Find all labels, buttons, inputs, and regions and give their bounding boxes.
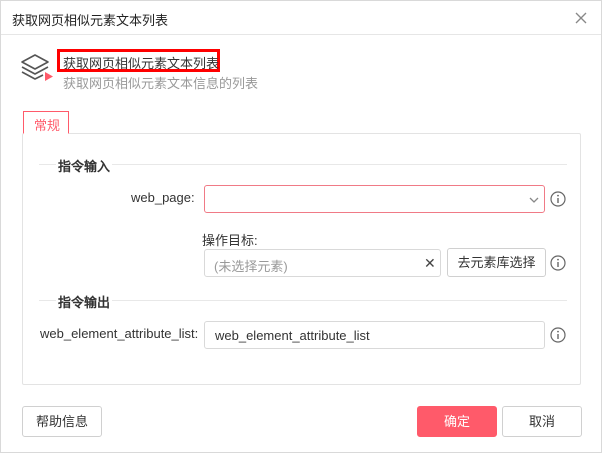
info-icon[interactable] <box>550 191 566 207</box>
title-bar: 获取网页相似元素文本列表 <box>1 1 601 35</box>
clear-icon[interactable]: ✕ <box>424 256 436 270</box>
section-divider <box>39 164 567 165</box>
cancel-button[interactable]: 取消 <box>502 406 582 437</box>
target-element-input[interactable]: (未选择元素) ✕ <box>204 249 441 277</box>
target-placeholder: (未选择元素) <box>214 259 288 274</box>
ok-button[interactable]: 确定 <box>417 406 497 437</box>
help-button[interactable]: 帮助信息 <box>22 406 102 437</box>
tab-general-label: 常规 <box>34 118 61 133</box>
header-description: 获取网页相似元素文本信息的列表 <box>63 76 259 91</box>
input-section-heading: 指令输入 <box>56 156 113 175</box>
tab-general[interactable]: 常规 <box>23 111 69 134</box>
dialog-title: 获取网页相似元素文本列表 <box>12 13 169 28</box>
chevron-down-icon <box>529 197 539 203</box>
target-label: 操作目标: <box>202 233 258 248</box>
web-page-select[interactable] <box>204 185 545 213</box>
output-section-heading: 指令输出 <box>56 292 113 311</box>
web-page-label: web_page: <box>131 190 195 205</box>
info-icon[interactable] <box>550 255 566 271</box>
info-icon[interactable] <box>550 327 566 343</box>
dialog: 获取网页相似元素文本列表 获取网页相似元素文本列表 获取网页相似元素文本信息的列… <box>0 0 602 453</box>
output-variable-input[interactable]: web_element_attribute_list <box>204 321 545 349</box>
output-variable-value: web_element_attribute_list <box>215 328 370 343</box>
layers-play-icon <box>21 54 53 81</box>
header-title: 获取网页相似元素文本列表 <box>63 56 220 71</box>
section-divider <box>39 300 567 301</box>
close-icon[interactable] <box>573 10 589 26</box>
element-repo-button[interactable]: 去元素库选择 <box>447 248 546 277</box>
output-list-label: web_element_attribute_list: <box>40 326 199 341</box>
